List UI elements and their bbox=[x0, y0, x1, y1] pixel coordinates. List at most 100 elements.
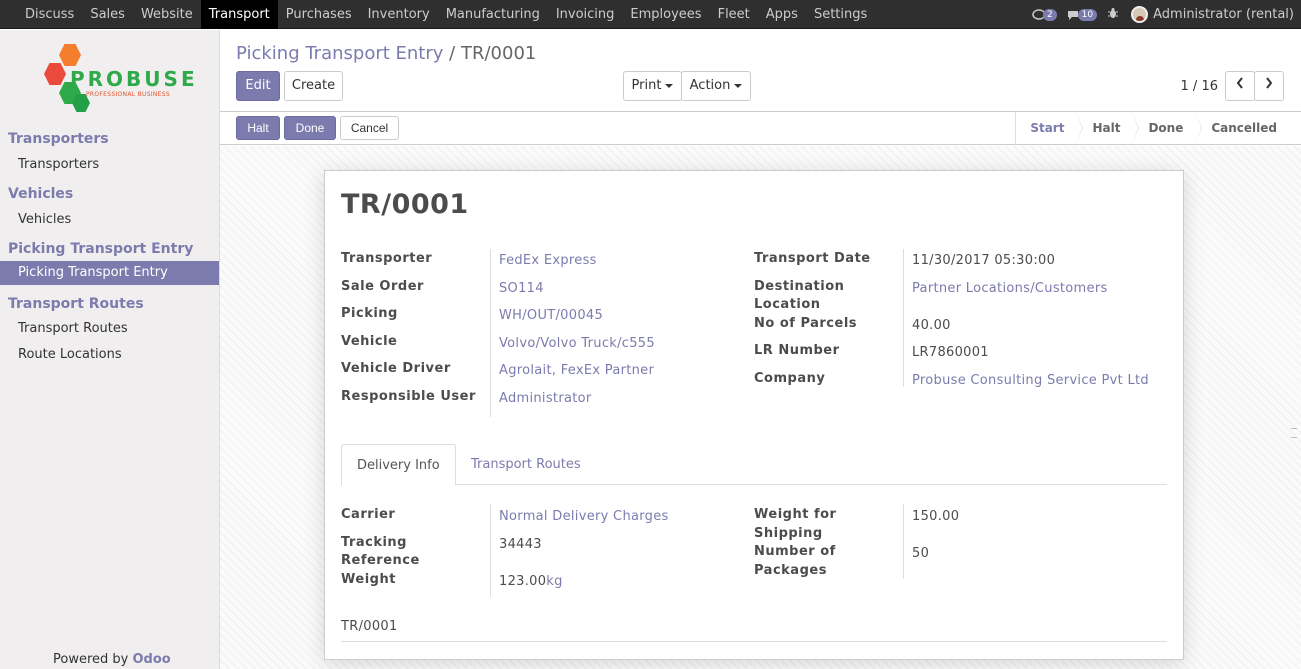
parcels-label: No of Parcels bbox=[754, 316, 858, 331]
number-of-packages-label-2: Packages bbox=[754, 563, 827, 578]
halt-button[interactable]: Halt bbox=[236, 116, 280, 140]
responsible-user-value[interactable]: Administrator bbox=[499, 390, 592, 408]
picking-value[interactable]: WH/OUT/00045 bbox=[499, 307, 603, 325]
vehicle-driver-label: Vehicle Driver bbox=[341, 361, 451, 376]
vehicle-value[interactable]: Volvo/Volvo Truck/c555 bbox=[499, 335, 655, 353]
sidebar-item-picking-transport-entry[interactable]: Picking Transport Entry bbox=[0, 261, 219, 285]
field-divider bbox=[490, 504, 491, 597]
vehicle-driver-value[interactable]: Agrolait, FexEx Partner bbox=[499, 362, 654, 380]
carrier-value[interactable]: Normal Delivery Charges bbox=[499, 508, 669, 526]
responsible-user-label: Responsible User bbox=[341, 389, 476, 404]
field-divider bbox=[490, 249, 491, 417]
sidebar-section-picking-transport-entry: Picking Transport Entry bbox=[8, 241, 194, 257]
pager-value[interactable]: 1 / 16 bbox=[1181, 79, 1218, 94]
pager-next-button[interactable] bbox=[1254, 71, 1284, 101]
divider bbox=[341, 641, 1167, 642]
create-button[interactable]: Create bbox=[284, 71, 343, 101]
print-dropdown[interactable]: Print bbox=[623, 71, 682, 101]
number-of-packages-value: 50 bbox=[912, 546, 930, 561]
menu-purchases[interactable]: Purchases bbox=[278, 0, 360, 29]
chevron-left-icon bbox=[1236, 77, 1243, 89]
action-dropdown[interactable]: Action bbox=[681, 71, 751, 101]
systray: 2 10 Administrator (rental) bbox=[1032, 0, 1301, 29]
menu-manufacturing[interactable]: Manufacturing bbox=[438, 0, 548, 29]
parcels-value: 40.00 bbox=[912, 318, 951, 333]
breadcrumb: Picking Transport Entry / TR/0001 bbox=[236, 43, 536, 64]
tracking-reference-label: Tracking bbox=[341, 535, 407, 550]
transporter-label: Transporter bbox=[341, 251, 433, 266]
menu-fleet[interactable]: Fleet bbox=[710, 0, 758, 29]
sidebar-item-route-locations[interactable]: Route Locations bbox=[18, 347, 122, 362]
status-bar: Halt Done Cancel Start Halt Done Cancell… bbox=[220, 112, 1301, 145]
stage-halt[interactable]: Halt bbox=[1076, 112, 1140, 144]
menu-inventory[interactable]: Inventory bbox=[360, 0, 438, 29]
control-panel: Picking Transport Entry / TR/0001 Edit C… bbox=[220, 30, 1301, 112]
note-text: TR/0001 bbox=[341, 619, 398, 634]
messages-button[interactable]: 10 bbox=[1067, 8, 1098, 21]
destination-location-label-2: Location bbox=[754, 297, 821, 312]
stage-cancelled[interactable]: Cancelled bbox=[1195, 112, 1289, 144]
menu-invoicing[interactable]: Invoicing bbox=[548, 0, 623, 29]
sidebar: PROBUSE PROFESSIONAL BUSINESS Transporte… bbox=[0, 30, 220, 669]
tracking-reference-label-2: Reference bbox=[341, 553, 420, 568]
weight-value: 123.00kg bbox=[499, 574, 563, 589]
stage-start[interactable]: Start bbox=[1016, 112, 1084, 144]
menu-apps[interactable]: Apps bbox=[758, 0, 806, 29]
sidebar-item-vehicles[interactable]: Vehicles bbox=[18, 212, 71, 227]
field-divider bbox=[903, 504, 904, 579]
tab-delivery-info[interactable]: Delivery Info bbox=[341, 444, 456, 486]
cancel-button[interactable]: Cancel bbox=[340, 116, 399, 140]
sale-order-label: Sale Order bbox=[341, 279, 424, 294]
destination-location-value[interactable]: Partner Locations/Customers bbox=[912, 280, 1108, 298]
tab-transport-routes[interactable]: Transport Routes bbox=[456, 444, 596, 485]
caret-down-icon bbox=[665, 83, 674, 88]
company-logo[interactable]: PROBUSE PROFESSIONAL BUSINESS bbox=[40, 42, 195, 118]
field-divider bbox=[903, 249, 904, 387]
sidebar-item-transporters[interactable]: Transporters bbox=[18, 157, 99, 172]
sidebar-section-transporters: Transporters bbox=[8, 131, 109, 147]
menu-discuss[interactable]: Discuss bbox=[17, 0, 82, 29]
stage-done[interactable]: Done bbox=[1132, 112, 1203, 144]
stage-pipeline: Start Halt Done Cancelled bbox=[1015, 112, 1289, 144]
weight-for-shipping-label: Weight for bbox=[754, 507, 837, 522]
sale-order-value[interactable]: SO114 bbox=[499, 280, 544, 298]
done-button[interactable]: Done bbox=[284, 116, 336, 140]
resize-handle[interactable] bbox=[1291, 428, 1297, 438]
weight-label: Weight bbox=[341, 572, 396, 587]
menu-sales[interactable]: Sales bbox=[82, 0, 133, 29]
menu-settings[interactable]: Settings bbox=[806, 0, 875, 29]
powered-by: Powered by Odoo bbox=[53, 652, 171, 667]
chat-button[interactable]: 2 bbox=[1032, 8, 1057, 21]
weight-unit: kg bbox=[546, 574, 563, 589]
menu-employees[interactable]: Employees bbox=[622, 0, 709, 29]
sidebar-item-transport-routes[interactable]: Transport Routes bbox=[18, 321, 128, 336]
breadcrumb-parent[interactable]: Picking Transport Entry bbox=[236, 43, 443, 64]
sidebar-section-vehicles: Vehicles bbox=[8, 186, 74, 202]
company-value[interactable]: Probuse Consulting Service Pvt Ltd bbox=[912, 372, 1149, 390]
user-name: Administrator (rental) bbox=[1153, 7, 1294, 22]
destination-location-label: Destination bbox=[754, 279, 845, 294]
lr-number-value: LR7860001 bbox=[912, 345, 989, 360]
weight-for-shipping-value: 150.00 bbox=[912, 509, 960, 524]
number-of-packages-label: Number of bbox=[754, 544, 836, 559]
menu-transport[interactable]: Transport bbox=[200, 0, 278, 29]
debug-bug-icon[interactable] bbox=[1107, 7, 1119, 22]
form-sheet: TR/0001 Transporter FedEx Express Sale O… bbox=[324, 170, 1184, 660]
user-menu[interactable]: Administrator (rental) bbox=[1131, 6, 1294, 23]
transport-date-label: Transport Date bbox=[754, 251, 871, 266]
breadcrumb-current: TR/0001 bbox=[460, 43, 537, 64]
pager-previous-button[interactable] bbox=[1225, 71, 1255, 101]
message-count-badge: 10 bbox=[1077, 8, 1098, 21]
chevron-right-icon bbox=[1266, 77, 1273, 89]
menu-website[interactable]: Website bbox=[133, 0, 201, 29]
transporter-value[interactable]: FedEx Express bbox=[499, 252, 597, 270]
lr-number-label: LR Number bbox=[754, 343, 840, 358]
odoo-link[interactable]: Odoo bbox=[133, 652, 171, 667]
breadcrumb-separator: / bbox=[449, 43, 456, 64]
edit-button[interactable]: Edit bbox=[236, 71, 280, 101]
chat-count-badge: 2 bbox=[1042, 8, 1057, 21]
app-menu: Discuss Sales Website Transport Purchase… bbox=[17, 0, 875, 29]
weight-for-shipping-label-2: Shipping bbox=[754, 526, 823, 541]
top-navbar: Discuss Sales Website Transport Purchase… bbox=[0, 0, 1301, 29]
vehicle-label: Vehicle bbox=[341, 334, 398, 349]
